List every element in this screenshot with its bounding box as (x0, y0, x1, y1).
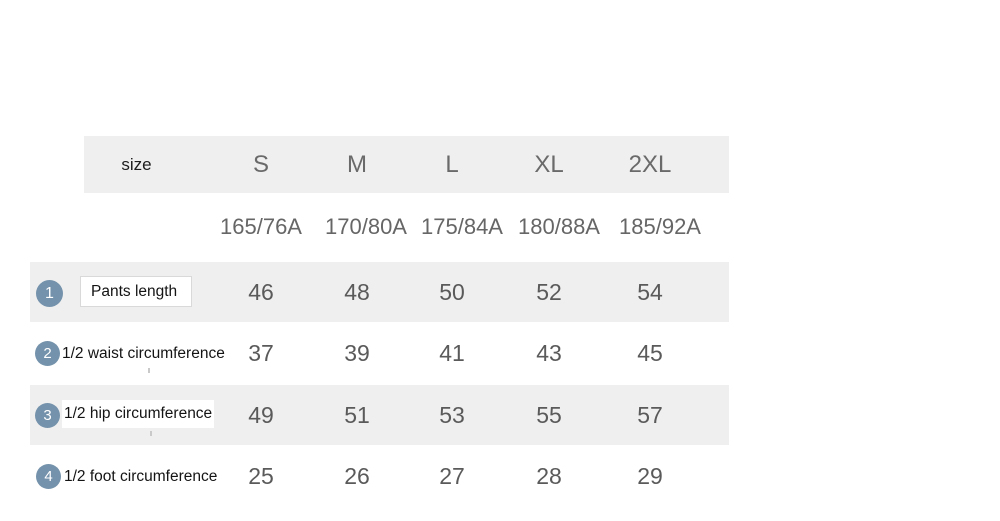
corner-label-size: size (121, 155, 152, 174)
row-number-badge: 1 (36, 280, 63, 307)
table-row: 2 1/2 waist circumference 37 39 41 43 45 (0, 323, 1000, 383)
measurement-label: 1/2 hip circumference (62, 400, 215, 428)
table-row: 3 1/2 hip circumference 49 51 53 55 57 (0, 385, 1000, 445)
table-spec-row: 165/76A 170/80A 175/84A 180/88A 185/92A (0, 203, 1000, 251)
row-number-badge: 4 (36, 464, 61, 489)
row-number-badge: 3 (35, 403, 60, 428)
measurement-value: 29 (637, 463, 663, 489)
spec-value-2xl: 185/92A (619, 214, 701, 239)
measurement-value: 57 (637, 402, 663, 428)
column-header-2xl: 2XL (628, 151, 672, 178)
artifact-tick-icon (150, 431, 152, 436)
measurement-label: Pants length (80, 276, 193, 307)
size-chart-table: size S M L XL 2XL 165/76A 170/80A 175/84… (0, 0, 1000, 521)
table-header-row: size S M L XL 2XL (0, 136, 1000, 193)
table-row: 4 1/2 foot circumference 25 26 27 28 29 (0, 446, 1000, 506)
measurement-value: 45 (637, 340, 663, 366)
artifact-tick-icon (148, 368, 150, 373)
measurement-label: 1/2 foot circumference (64, 468, 218, 485)
measurement-value: 54 (637, 279, 663, 305)
row-number-badge: 2 (35, 341, 60, 366)
table-row: 1 Pants length 46 48 50 52 54 (0, 262, 1000, 322)
